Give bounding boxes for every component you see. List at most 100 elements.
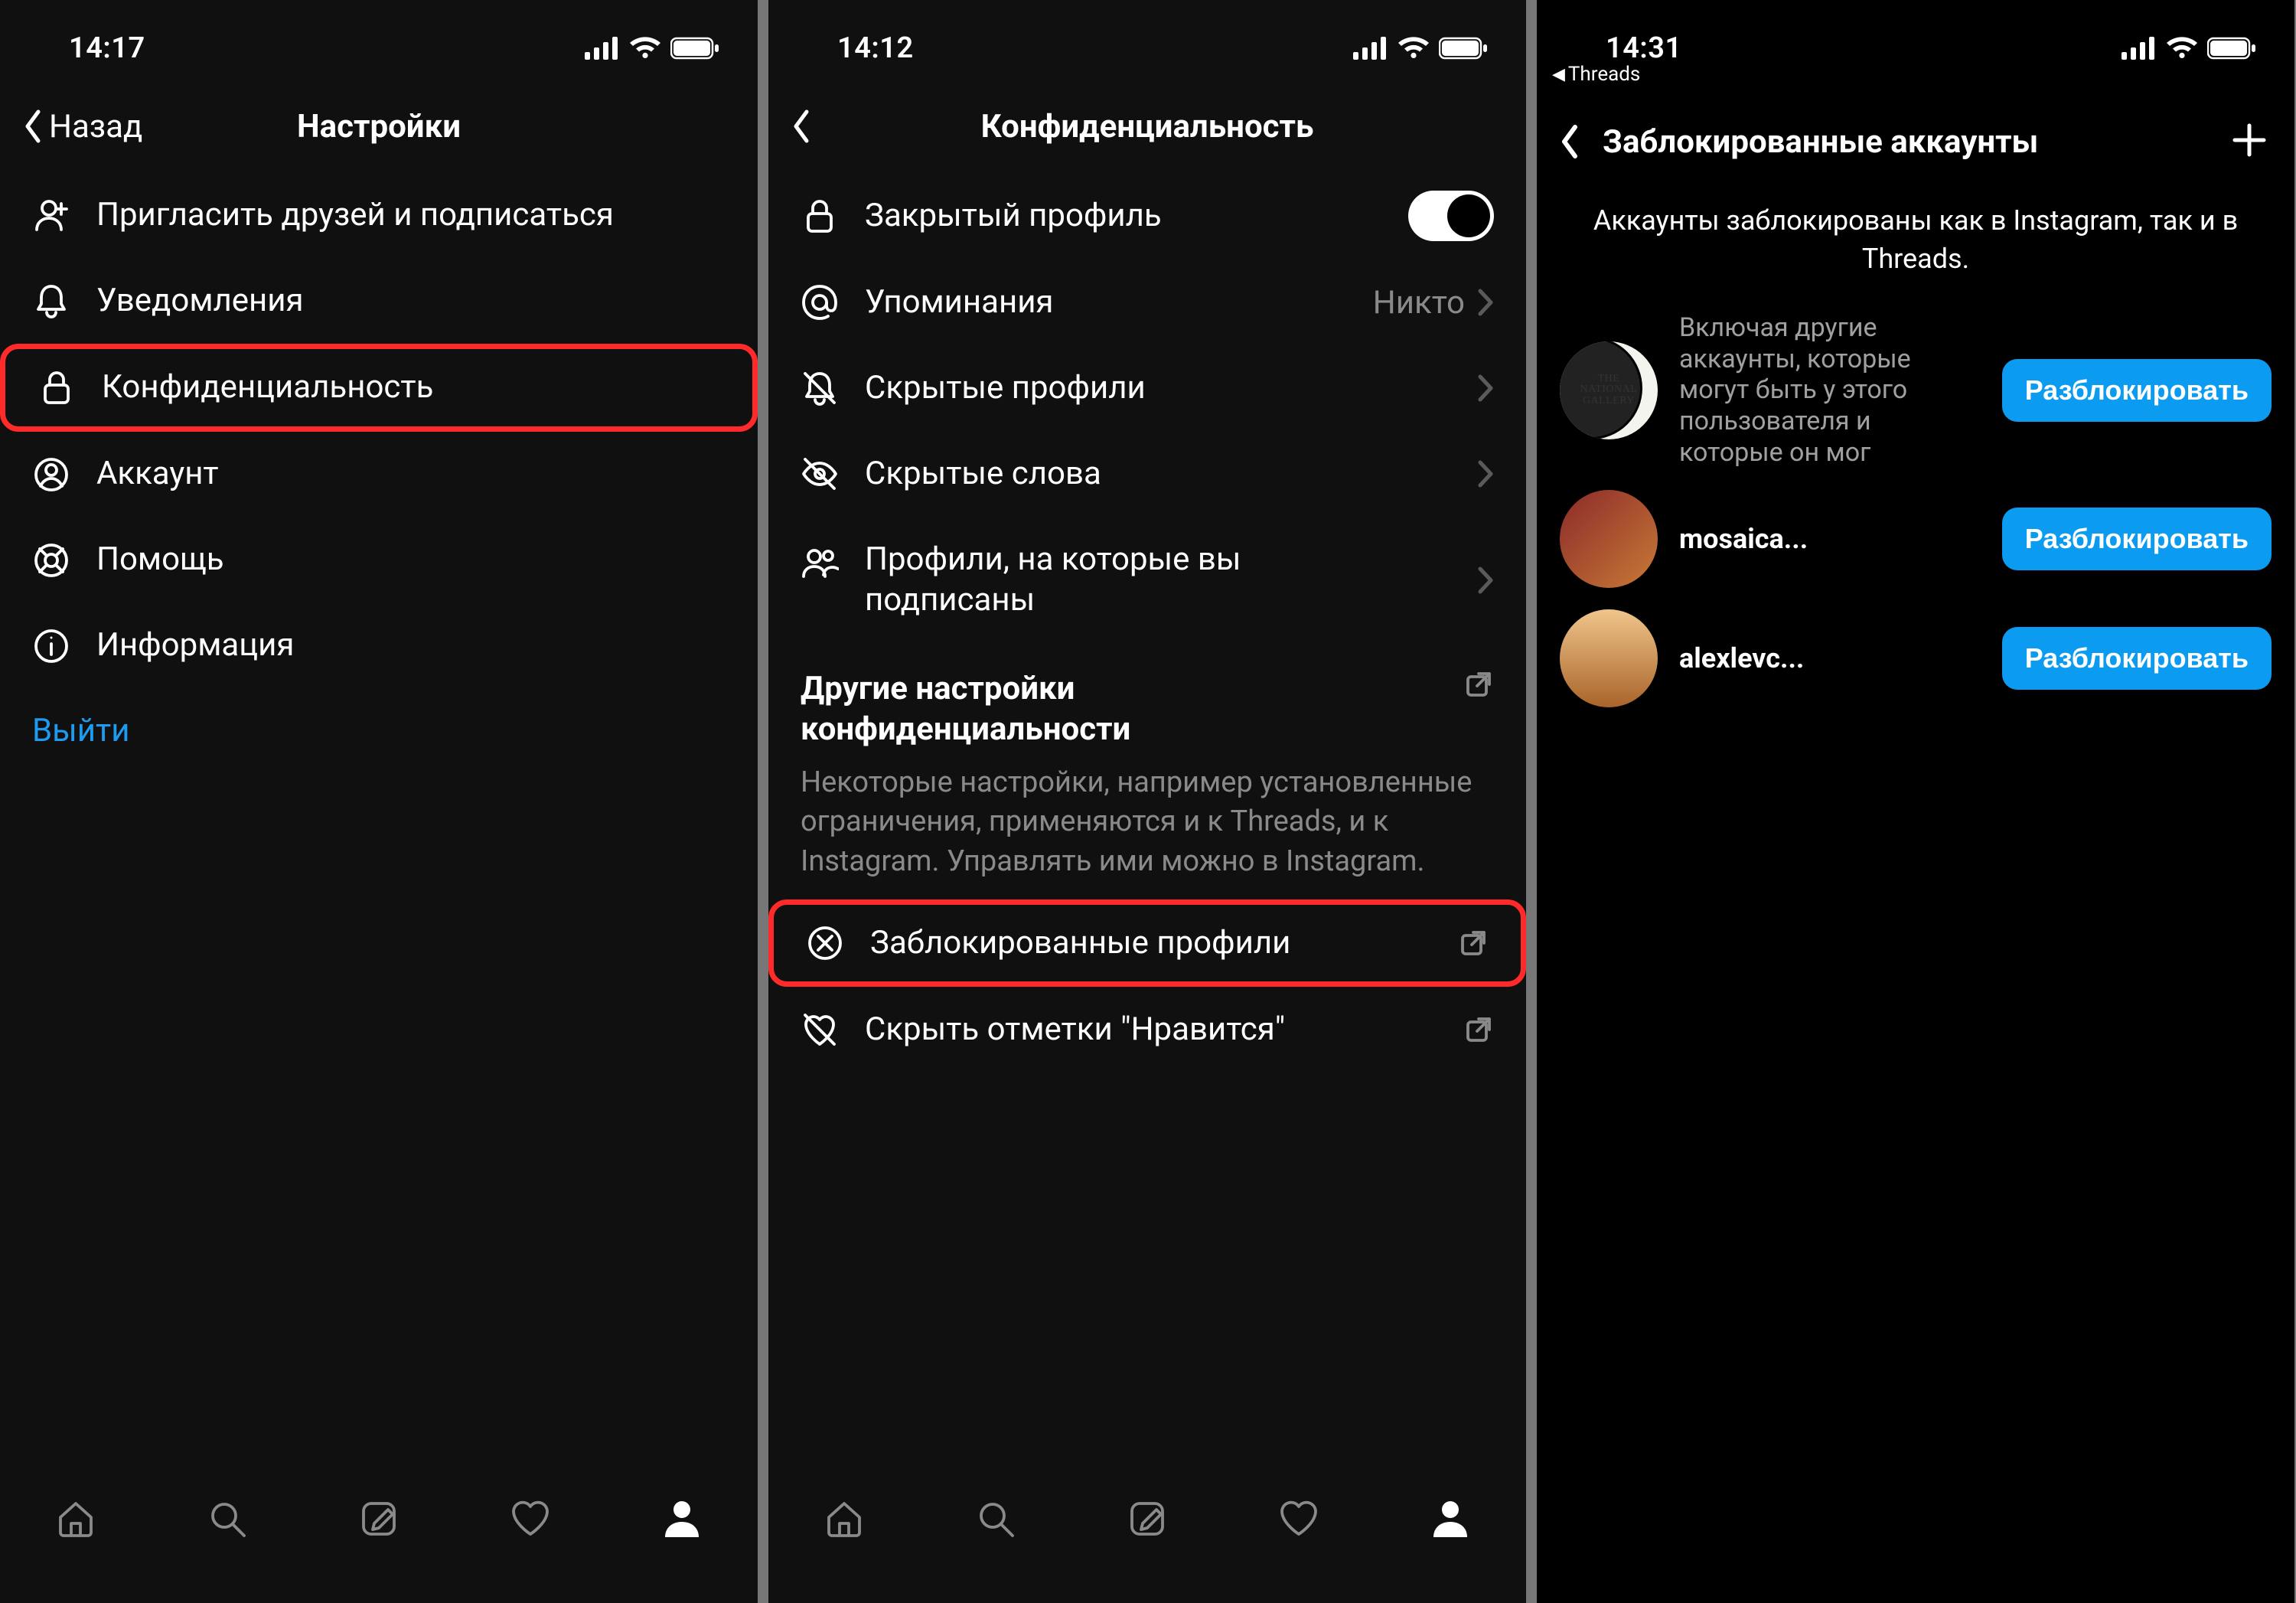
tab-search[interactable] [201,1492,254,1546]
row-private-profile[interactable]: Закрытый профиль [768,172,1526,260]
row-blocked-profiles[interactable]: Заблокированные профили [768,899,1526,988]
chevron-right-icon [1477,459,1494,488]
screen-settings: 14:17 Назад Настройки Пригласить друзей … [0,0,758,1603]
tab-activity[interactable] [504,1492,557,1546]
row-value: Никто [1373,284,1465,322]
row-label: Упоминания [865,282,1053,323]
row-notifications[interactable]: Уведомления [0,258,758,344]
back-app-label: Threads [1568,63,1640,86]
row-label: Аккаунт [96,454,219,495]
tab-home[interactable] [817,1492,871,1546]
tab-home[interactable] [49,1492,103,1546]
wifi-icon [629,37,661,60]
triangle-left-icon: ◀ [1552,65,1565,84]
profile-icon [1429,1497,1472,1540]
chevron-left-icon [791,109,813,144]
row-help[interactable]: Помощь [0,517,758,603]
heart-off-icon [801,1010,839,1049]
row-label: Пригласить друзей и подписаться [96,195,614,236]
row-logout[interactable]: Выйти [0,689,758,775]
external-link-icon [1458,928,1489,958]
avatar[interactable]: THENATIONALGALLERY [1560,341,1658,439]
battery-icon [2207,36,2256,60]
bell-off-icon [801,369,839,407]
at-icon [801,283,839,322]
blocked-account-row: mosaica... Разблокировать [1537,479,2294,599]
search-icon [974,1497,1017,1540]
toggle-private-profile[interactable] [1408,191,1494,241]
bell-icon [32,282,70,320]
logout-label: Выйти [32,711,129,752]
row-label: Профили, на которые вы подписаны [865,540,1416,620]
page-title: Настройки [297,108,461,145]
section-other-privacy[interactable]: Другие настройки конфиденциальности [768,643,1526,757]
avatar[interactable] [1560,609,1658,707]
section-desc: Некоторые настройки, например установлен… [768,757,1526,899]
users-icon [801,544,839,583]
row-following[interactable]: Профили, на которые вы подписаны [768,517,1526,643]
add-button[interactable] [2230,121,2268,162]
blocked-desc: Аккаунты заблокированы как в Instagram, … [1537,188,2294,302]
add-user-icon [32,196,70,234]
tab-bar [768,1465,1526,1603]
row-label: Скрытые слова [865,454,1101,495]
screen-privacy: 14:12 Конфиденциальность Закрытый профил… [768,0,1526,1603]
row-mentions[interactable]: Упоминания Никто [768,260,1526,345]
row-account[interactable]: Аккаунт [0,432,758,517]
row-invite-friends[interactable]: Пригласить друзей и подписаться [0,172,758,258]
row-hide-likes[interactable]: Скрыть отметки "Нравится" [768,987,1526,1072]
status-bar: 14:12 [768,0,1526,80]
row-label: Помощь [96,540,224,580]
compose-icon [357,1497,400,1540]
back-button[interactable] [1560,124,1581,159]
row-label: Заблокированные профили [870,923,1290,964]
tab-activity[interactable] [1272,1492,1326,1546]
row-info[interactable]: Информация [0,603,758,689]
info-icon [32,627,70,665]
tab-profile[interactable] [1424,1492,1477,1546]
row-label: Уведомления [96,281,304,322]
wifi-icon [1397,37,1430,60]
account-name: alexlevc... [1679,642,1981,674]
heart-icon [509,1497,552,1540]
battery-icon [1439,36,1488,60]
tab-compose[interactable] [352,1492,406,1546]
nav-header: Назад Настройки [0,80,758,172]
row-hidden-words[interactable]: Скрытые слова [768,431,1526,517]
page-title: Конфиденциальность [981,108,1314,145]
unblock-button[interactable]: Разблокировать [2002,359,2272,422]
row-label: Закрытый профиль [865,196,1162,237]
back-label: Назад [49,108,142,145]
tab-profile[interactable] [655,1492,709,1546]
tab-search[interactable] [969,1492,1022,1546]
heart-icon [1277,1497,1320,1540]
cellular-icon [1353,37,1388,60]
account-name: mosaica... [1679,523,1981,555]
x-circle-icon [806,924,844,962]
status-time: 14:31 [1575,31,1682,65]
blocked-list: THENATIONALGALLERY Включая другие аккаун… [1537,302,2294,718]
status-icons [2122,36,2256,60]
back-button[interactable] [791,109,813,144]
row-label: Конфиденциальность [102,367,433,408]
external-link-icon [1463,1014,1494,1045]
avatar[interactable] [1560,490,1658,588]
unblock-button[interactable]: Разблокировать [2002,508,2272,570]
unblock-button[interactable]: Разблокировать [2002,627,2272,690]
row-label: Скрытые профили [865,368,1146,409]
account-sub: Включая другие аккаунты, которые могут б… [1679,312,1981,468]
row-muted-profiles[interactable]: Скрытые профили [768,345,1526,431]
page-title: Заблокированные аккаунты [1603,123,2038,161]
privacy-list-top: Закрытый профиль Упоминания Никто Скрыты… [768,172,1526,643]
tab-bar [0,1465,758,1603]
row-label: Информация [96,625,294,666]
chevron-left-icon [1560,124,1581,159]
row-privacy[interactable]: Конфиденциальность [0,344,758,432]
status-bar: 14:31 [1537,0,2294,80]
avatar-text: THENATIONALGALLERY [1580,374,1638,407]
status-back-app[interactable]: ◀ Threads [1552,63,1640,86]
status-time: 14:17 [38,31,145,65]
profile-icon [660,1497,703,1540]
back-button[interactable]: Назад [23,108,142,145]
tab-compose[interactable] [1120,1492,1174,1546]
